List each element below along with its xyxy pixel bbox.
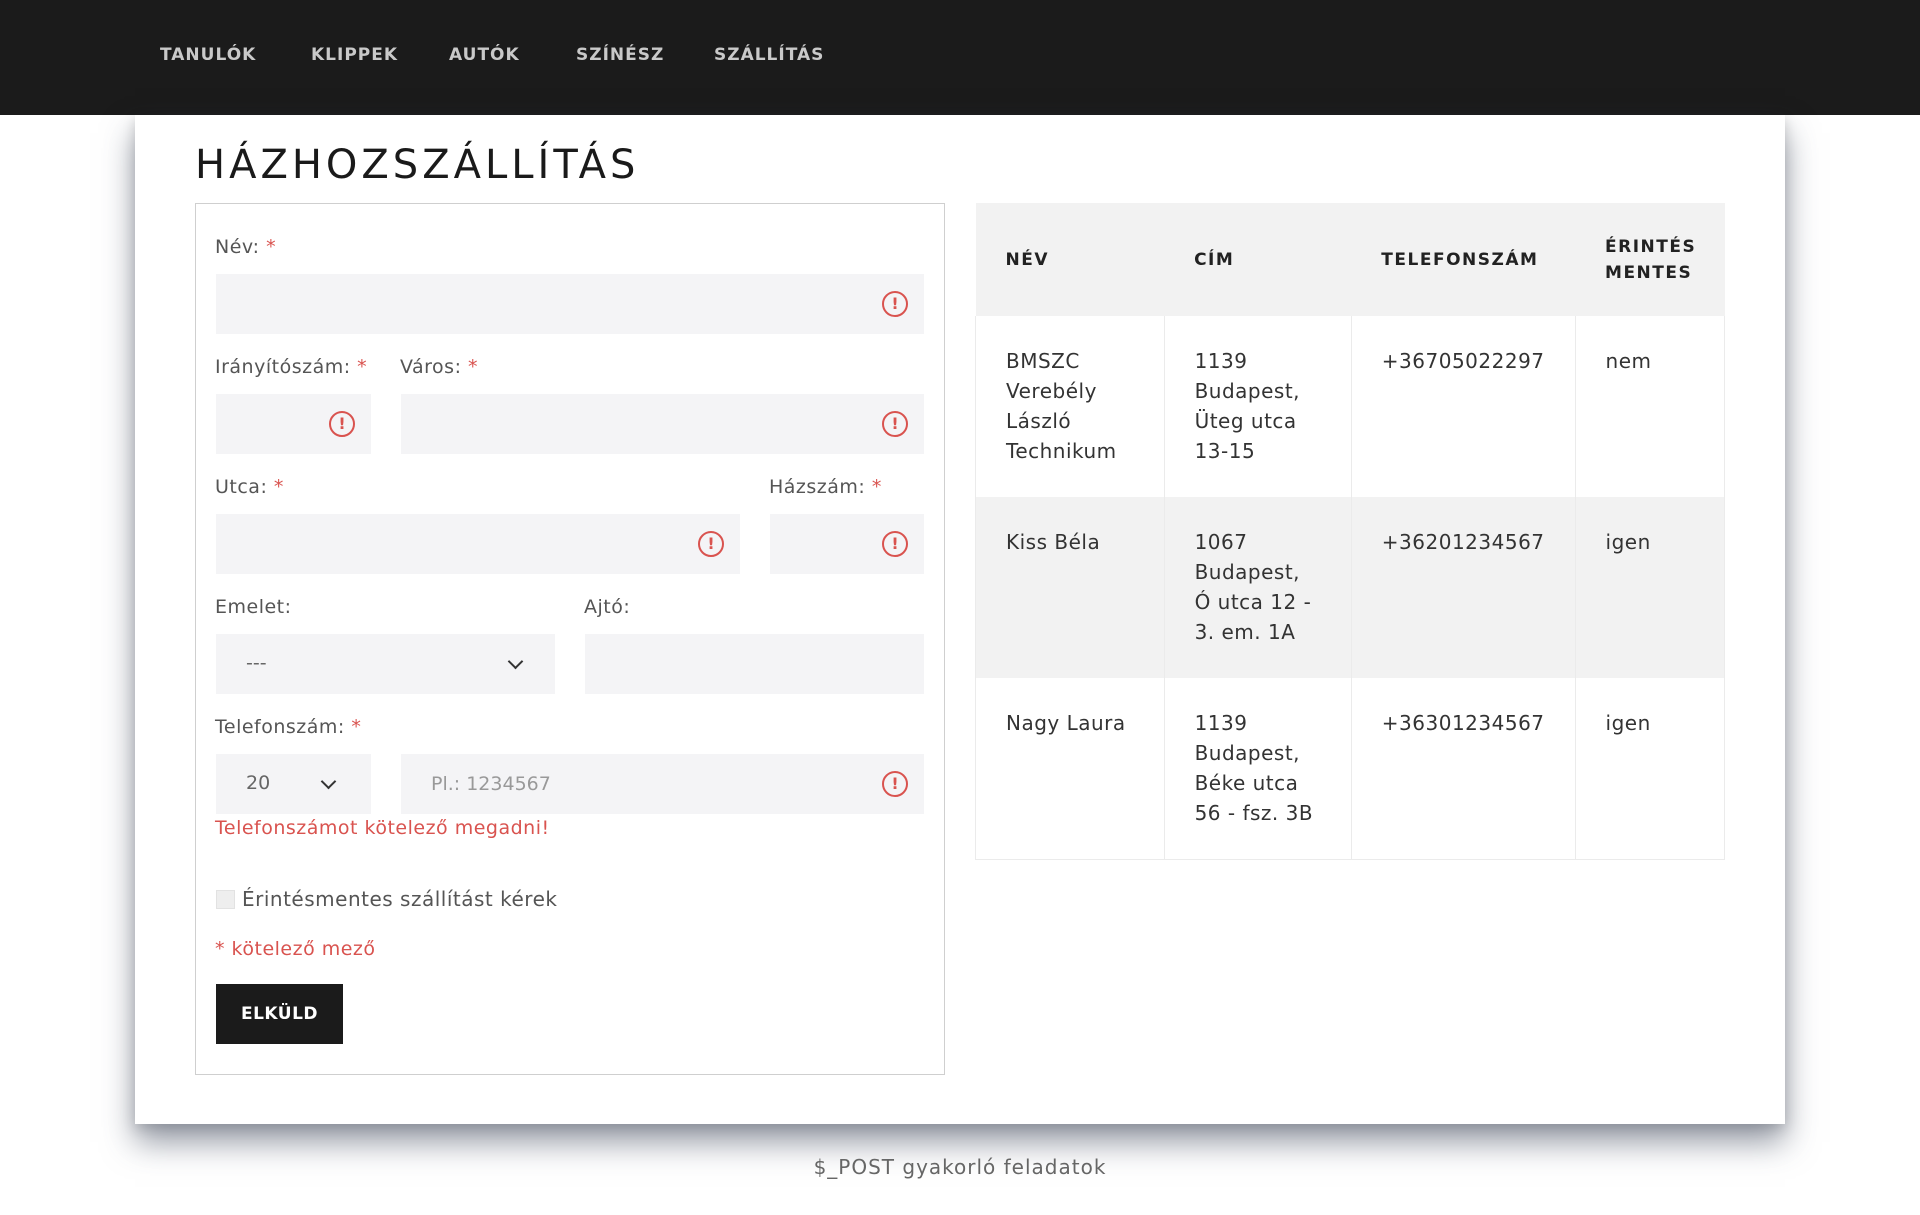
column-header-contactless: ÉRINTÉS MENTES: [1575, 203, 1725, 316]
table-cell: BMSZC Verebély László Technikum: [975, 316, 1165, 497]
nav-item-szallitas[interactable]: SZÁLLÍTÁS: [714, 45, 824, 65]
phone-input[interactable]: [401, 754, 924, 814]
phone-prefix-value: 20: [246, 772, 271, 794]
chevron-down-icon: [320, 773, 337, 790]
footer-text: $_POST gyakorló feladatok: [813, 1155, 1107, 1179]
city-field[interactable]: !: [401, 394, 924, 454]
column-header-phone: TELEFONSZÁM: [1351, 203, 1576, 316]
error-icon: !: [882, 291, 908, 317]
required-field-note: * kötelező mező: [215, 938, 376, 960]
nav-item-autok[interactable]: AUTÓK: [449, 45, 520, 65]
street-field[interactable]: !: [216, 514, 740, 574]
contactless-label[interactable]: Érintésmentes szállítást kérek: [242, 887, 557, 911]
zip-field[interactable]: !: [216, 394, 371, 454]
error-icon: !: [698, 531, 724, 557]
city-input[interactable]: [401, 394, 924, 454]
table-cell: 1139 Budapest, Üteg utca 13-15: [1164, 316, 1352, 497]
nav-item-klippek[interactable]: KLIPPEK: [311, 45, 398, 65]
error-icon: !: [882, 531, 908, 557]
floor-label: Emelet:: [215, 596, 292, 618]
table-cell: +36705022297: [1351, 316, 1576, 497]
table-row: Nagy Laura 1139 Budapest, Béke utca 56 -…: [975, 678, 1726, 860]
door-input[interactable]: [585, 634, 924, 694]
submit-button[interactable]: ELKÜLD: [216, 984, 343, 1044]
contactless-checkbox[interactable]: [216, 890, 235, 909]
column-header-address: CÍM: [1164, 203, 1352, 316]
error-icon: !: [329, 411, 355, 437]
table-row: BMSZC Verebély László Technikum 1139 Bud…: [975, 316, 1726, 497]
name-label: Név: *: [215, 236, 277, 258]
error-icon: !: [882, 771, 908, 797]
table-cell: nem: [1575, 316, 1726, 497]
door-label: Ajtó:: [584, 596, 631, 618]
error-icon: !: [882, 411, 908, 437]
zip-label: Irányítószám: *: [215, 356, 368, 378]
table-header-row: NÉV CÍM TELEFONSZÁM ÉRINTÉS MENTES: [975, 203, 1725, 316]
top-navbar: TANULÓK KLIPPEK AUTÓK SZÍNÉSZ SZÁLLÍTÁS: [0, 0, 1920, 115]
city-label: Város: *: [400, 356, 479, 378]
street-input[interactable]: [216, 514, 740, 574]
floor-select-value: ---: [246, 652, 267, 674]
table-cell: Nagy Laura: [975, 678, 1165, 860]
phone-error-message: Telefonszámot kötelező megadni!: [215, 817, 550, 839]
phone-label: Telefonszám: *: [215, 716, 362, 738]
nav-item-tanulok[interactable]: TANULÓK: [160, 45, 256, 65]
table-cell: 1139 Budapest, Béke utca 56 - fsz. 3B: [1164, 678, 1352, 860]
name-input[interactable]: [216, 274, 924, 334]
page-title: HÁZHOZSZÁLLÍTÁS: [195, 142, 640, 188]
nav-item-szinesz[interactable]: SZÍNÉSZ: [576, 45, 664, 65]
table-cell: +36301234567: [1351, 678, 1576, 860]
table-cell: igen: [1575, 497, 1726, 678]
door-field[interactable]: [585, 634, 924, 694]
table-cell: +36201234567: [1351, 497, 1576, 678]
table-cell: Kiss Béla: [975, 497, 1165, 678]
street-label: Utca: *: [215, 476, 284, 498]
phone-field[interactable]: !: [401, 754, 924, 814]
column-header-name: NÉV: [975, 203, 1165, 316]
floor-select[interactable]: ---: [216, 634, 555, 694]
table-row: Kiss Béla 1067 Budapest, Ó utca 12 - 3. …: [975, 497, 1726, 678]
house-number-label: Házszám: *: [769, 476, 882, 498]
table-cell: 1067 Budapest, Ó utca 12 - 3. em. 1A: [1164, 497, 1352, 678]
house-number-field[interactable]: !: [770, 514, 924, 574]
delivery-table: NÉV CÍM TELEFONSZÁM ÉRINTÉS MENTES BMSZC…: [975, 203, 1726, 860]
phone-prefix-select[interactable]: 20: [216, 754, 371, 814]
table-cell: igen: [1575, 678, 1726, 860]
name-field[interactable]: !: [216, 274, 924, 334]
chevron-down-icon: [507, 653, 524, 670]
